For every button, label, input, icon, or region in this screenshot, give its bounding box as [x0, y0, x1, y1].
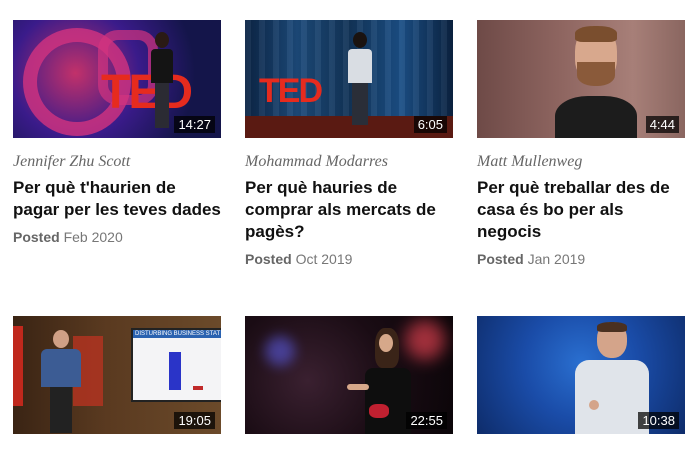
video-title[interactable]: Per què hauries de comprar als mercats d…	[245, 177, 453, 243]
video-duration: 14:27	[174, 116, 215, 133]
video-card: 22:55	[245, 316, 453, 434]
speaker-name: Jennifer Zhu Scott	[13, 153, 131, 170]
posted-date: Posted Feb 2020	[13, 229, 221, 245]
posted-label: Posted	[245, 251, 292, 267]
posted-label: Posted	[13, 229, 60, 245]
video-card: TED 14:27 Jennifer Zhu Scott Per què t'h…	[13, 20, 221, 245]
video-duration: 6:05	[413, 116, 447, 133]
video-thumbnail[interactable]: DISTURBING BUSINESS STAT 19:05	[13, 316, 221, 434]
posted-date: Posted Jan 2019	[477, 251, 685, 267]
posted-date: Posted Oct 2019	[245, 251, 453, 267]
video-card: 10:38	[477, 316, 685, 434]
presentation-screen: DISTURBING BUSINESS STAT	[131, 328, 221, 402]
video-thumbnail[interactable]: 4:44	[477, 20, 685, 138]
speaker-name: Matt Mullenweg	[477, 153, 583, 170]
date-value: Jan 2019	[527, 251, 586, 267]
speaker-figure	[348, 32, 372, 132]
date-value: Feb 2020	[63, 229, 123, 245]
video-thumbnail[interactable]: 22:55	[245, 316, 453, 434]
video-duration: 4:44	[645, 116, 679, 133]
speaker-name: Mohammad Modarres	[245, 153, 388, 170]
video-title[interactable]: Per què t'haurien de pagar per les teves…	[13, 177, 221, 221]
video-card: 4:44 Matt Mullenweg Per què treballar de…	[477, 20, 685, 267]
video-title[interactable]: Per què treballar des de casa és bo per …	[477, 177, 685, 243]
video-thumbnail[interactable]: TED 6:05	[245, 20, 453, 138]
speaker-figure	[41, 330, 81, 434]
posted-label: Posted	[477, 251, 524, 267]
video-duration: 10:38	[638, 412, 679, 429]
ted-logo: TED	[101, 66, 193, 119]
video-duration: 19:05	[174, 412, 215, 429]
slide-heading: DISTURBING BUSINESS STAT	[133, 330, 221, 338]
video-thumbnail[interactable]: TED 14:27	[13, 20, 221, 138]
video-duration: 22:55	[406, 412, 447, 429]
speaker-figure	[151, 32, 173, 132]
video-thumbnail[interactable]: 10:38	[477, 316, 685, 434]
video-card: TED 6:05 Mohammad Modarres Per què hauri…	[245, 20, 453, 267]
speaker-portrait	[555, 26, 637, 138]
ted-logo: TED	[259, 72, 323, 110]
video-card: DISTURBING BUSINESS STAT 19:05	[13, 316, 221, 434]
date-value: Oct 2019	[295, 251, 353, 267]
